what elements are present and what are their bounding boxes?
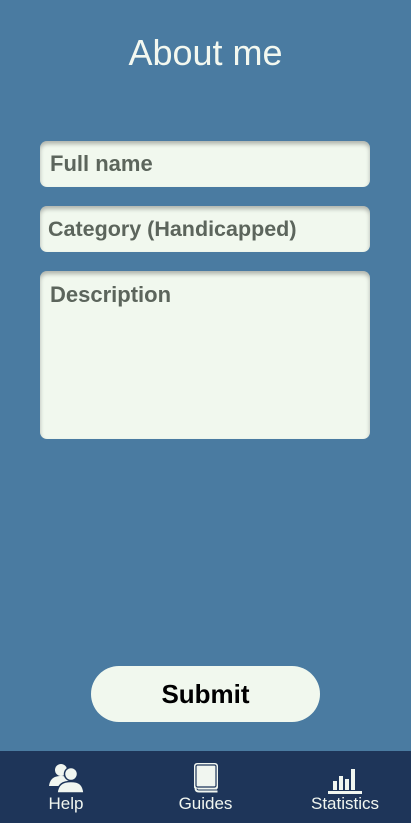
people-icon — [47, 761, 85, 794]
nav-item-guides[interactable]: Guides — [132, 751, 279, 823]
nav-item-help[interactable]: Help — [0, 751, 132, 823]
description-textarea[interactable] — [40, 271, 370, 439]
nav-item-statistics[interactable]: Statistics — [279, 751, 411, 823]
description-field-wrapper — [40, 271, 370, 439]
nav-label-statistics: Statistics — [310, 794, 380, 813]
page-title: About me — [128, 32, 283, 73]
book-icon — [191, 761, 221, 794]
submit-button[interactable]: Submit — [91, 666, 320, 722]
nav-label-guides: Guides — [178, 794, 233, 813]
category-field-wrapper — [40, 206, 370, 252]
bar-chart-icon — [327, 761, 363, 794]
category-input[interactable] — [40, 206, 370, 252]
full-name-input[interactable] — [40, 141, 370, 187]
bottom-nav: Help Guides Statistics — [0, 751, 411, 823]
nav-label-help: Help — [48, 794, 84, 813]
full-name-field-wrapper — [40, 141, 370, 187]
